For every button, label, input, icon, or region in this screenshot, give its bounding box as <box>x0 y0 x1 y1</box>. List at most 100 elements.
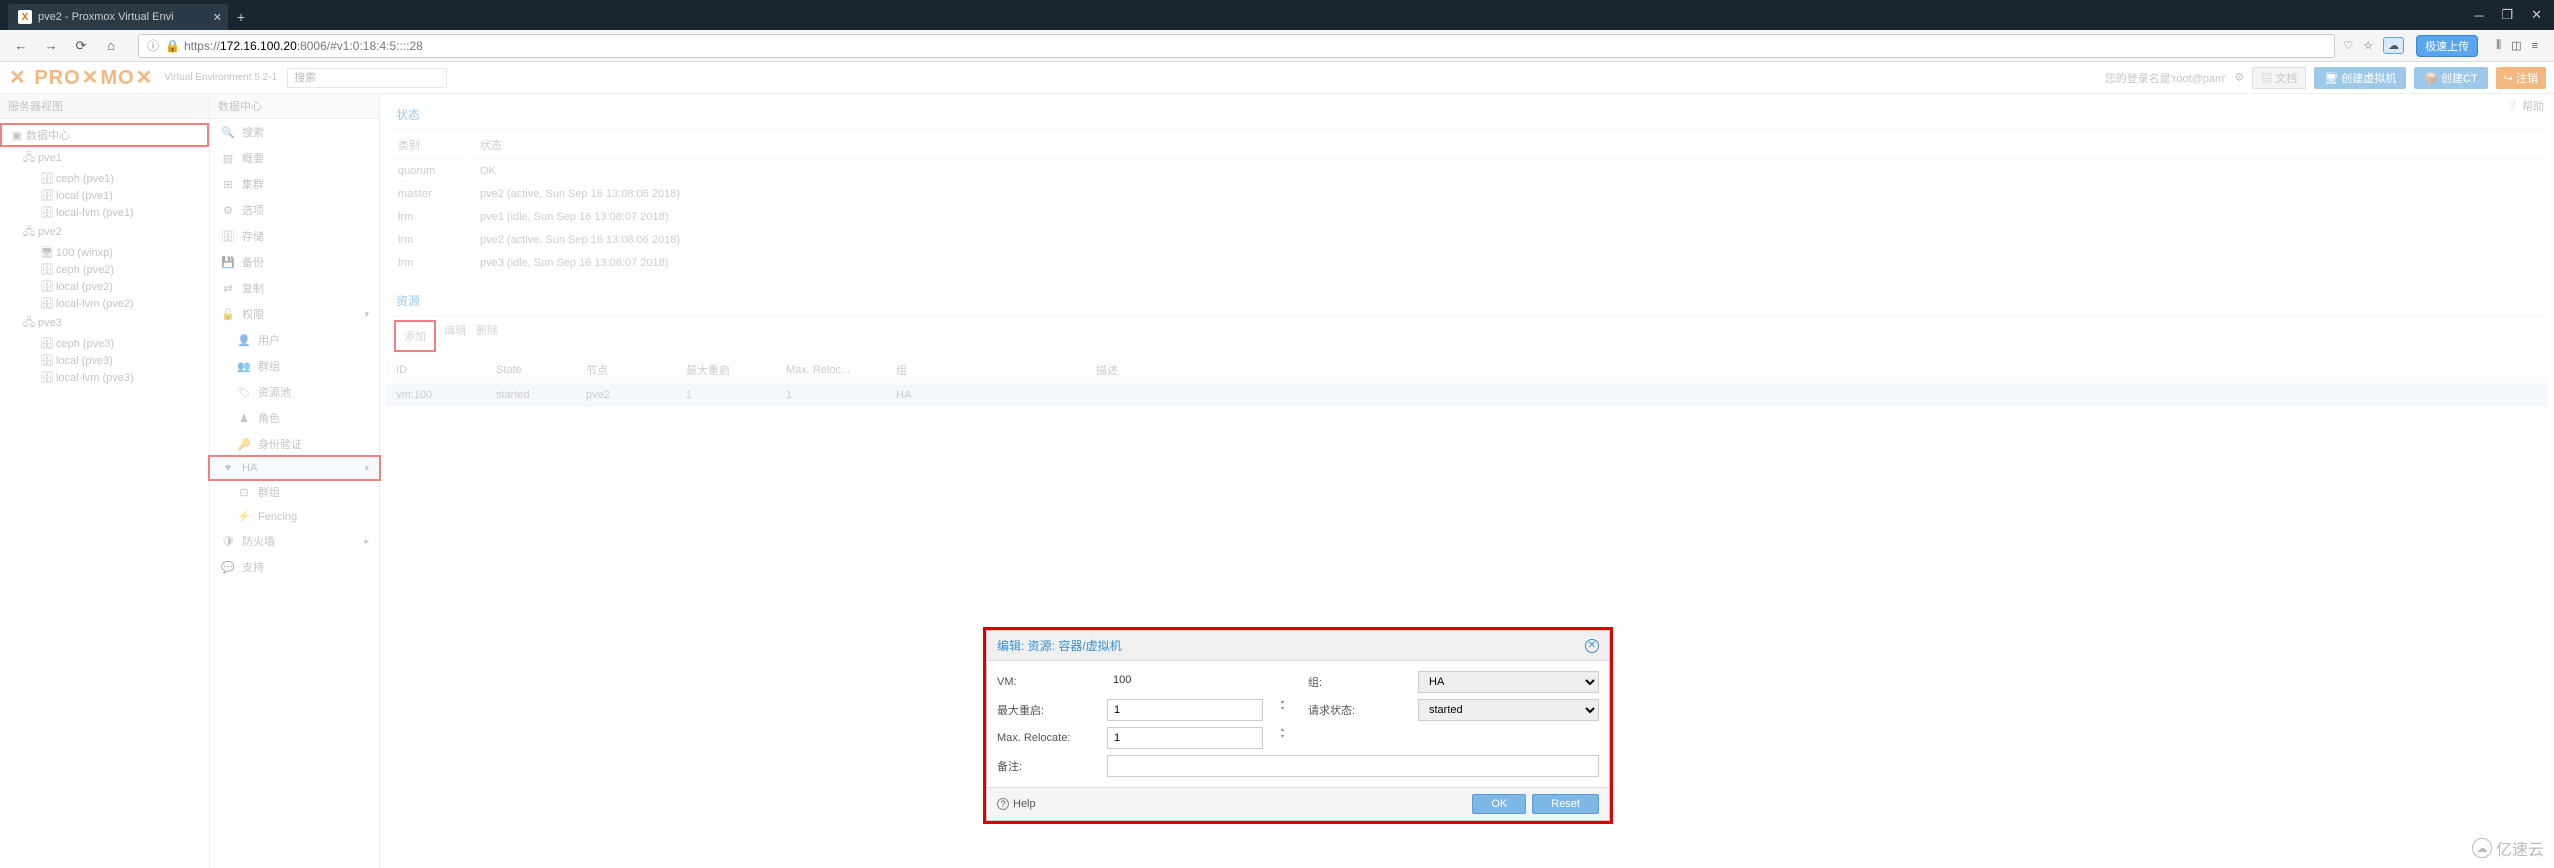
menu-permissions[interactable]: 🔓权限▾ <box>210 301 379 327</box>
object-group-icon: ⊡ <box>236 486 252 499</box>
upload-badge[interactable]: 极速上传 <box>2416 35 2478 57</box>
back-button[interactable]: ← <box>10 35 32 57</box>
edit-button[interactable]: 编辑 <box>444 322 466 350</box>
reqstate-select[interactable]: started <box>1418 699 1599 721</box>
proxmox-logo: ✕ PRO✕MO✕ <box>8 65 154 90</box>
docs-button[interactable]: ▤ 文档 <box>2252 67 2306 89</box>
menu-replication[interactable]: ⇄复制 <box>210 275 379 301</box>
col-status[interactable]: 状态 <box>470 132 2546 159</box>
col-type[interactable]: 类别 <box>388 132 468 159</box>
menu-cluster[interactable]: ⊞集群 <box>210 171 379 197</box>
site-info-icon[interactable]: ⓘ <box>147 37 159 54</box>
menu-firewall[interactable]: 🛡防火墙▸ <box>210 528 379 554</box>
note-input[interactable] <box>1107 755 1599 777</box>
comments-icon: 💬 <box>220 561 236 574</box>
url-bar[interactable]: ⓘ 🔒 https://172.16.100.20:8006/#v1:0:18:… <box>138 34 2335 58</box>
status-row[interactable]: lrmpve3 (idle, Sun Sep 16 13:08:07 2018) <box>388 253 2546 274</box>
status-row[interactable]: quorumOK <box>388 161 2546 182</box>
chevron-right-icon: ▸ <box>364 536 369 547</box>
menu-summary[interactable]: ▤概要 <box>210 145 379 171</box>
tree-storage[interactable]: 🗄local-lvm (pve1) <box>0 204 209 221</box>
add-button[interactable]: 添加 <box>396 322 434 350</box>
reload-button[interactable]: ⟳ <box>70 35 92 57</box>
col-desc[interactable]: 描述 <box>1086 357 2548 384</box>
window-close-icon[interactable]: ✕ <box>2531 7 2542 23</box>
menu-search[interactable]: 🔍搜索 <box>210 119 379 145</box>
sidebar-icon[interactable]: ◫ <box>2511 39 2521 52</box>
gear-icon[interactable]: ⚙ <box>2234 71 2244 84</box>
tree-storage[interactable]: 🗄ceph (pve2) <box>0 261 209 278</box>
global-search-input[interactable] <box>287 68 447 88</box>
window-maximize-icon[interactable]: ❐ <box>2501 7 2513 23</box>
url-path: :8006/#v1:0:18:4:5::::28 <box>297 39 423 53</box>
version-text: Virtual Environment 5.2-1 <box>164 72 277 83</box>
tracking-icon[interactable]: ♡ <box>2343 39 2353 52</box>
status-row[interactable]: lrmpve2 (active, Sun Sep 16 13:08:06 201… <box>388 230 2546 251</box>
create-vm-button[interactable]: 🖥 创建虚拟机 <box>2314 67 2406 89</box>
tree-storage[interactable]: 🗄local-lvm (pve3) <box>0 369 209 386</box>
forward-button[interactable]: → <box>40 35 62 57</box>
help-link[interactable]: ❔ 帮助 <box>2505 98 2544 114</box>
col-maxrestart[interactable]: 最大重启 <box>676 357 776 384</box>
status-row[interactable]: masterpve2 (active, Sun Sep 16 13:08:06 … <box>388 184 2546 205</box>
tree-datacenter[interactable]: ▣数据中心 <box>0 123 209 147</box>
col-group[interactable]: 组 <box>886 357 1086 384</box>
tree-storage[interactable]: 🗄ceph (pve1) <box>0 170 209 187</box>
tree-node-pve2[interactable]: 🖧pve2 <box>0 221 209 244</box>
col-maxreloc[interactable]: Max. Reloc... <box>776 357 886 384</box>
delete-button[interactable]: 删除 <box>476 322 498 350</box>
status-row[interactable]: lrmpve1 (idle, Sun Sep 16 13:08:07 2018) <box>388 207 2546 228</box>
menu-support[interactable]: 💬支持 <box>210 554 379 580</box>
shield-icon: 🛡 <box>220 535 236 548</box>
edit-resource-dialog: 编辑: 资源: 容器/虚拟机 ✕ VM: 100 组: HA 最大重启: <box>983 627 1613 824</box>
home-button[interactable]: ⌂ <box>100 35 122 57</box>
menu-ha[interactable]: ♥HA▾ <box>210 457 379 479</box>
menu-backup[interactable]: 💾备份 <box>210 249 379 275</box>
logout-button[interactable]: ↪ 注销 <box>2496 67 2546 89</box>
tree-storage[interactable]: 🗄local (pve1) <box>0 187 209 204</box>
tree-storage[interactable]: 🗄local (pve2) <box>0 278 209 295</box>
menu-fencing[interactable]: ⚡Fencing <box>210 505 379 528</box>
tree-storage[interactable]: 🗄local (pve3) <box>0 352 209 369</box>
menu-icon[interactable]: ≡ <box>2532 40 2538 52</box>
window-minimize-icon[interactable]: ─ <box>2474 8 2483 23</box>
menu-groups[interactable]: 👥群组 <box>210 353 379 379</box>
resource-table: ID State 节点 最大重启 Max. Reloc... 组 描述 vm:1… <box>386 357 2548 407</box>
ok-button[interactable]: OK <box>1472 794 1526 814</box>
col-state[interactable]: State <box>486 357 576 384</box>
menu-options[interactable]: ⚙选项 <box>210 197 379 223</box>
menu-storage[interactable]: 🗄存储 <box>210 223 379 249</box>
ext-icon[interactable]: ☁ <box>2383 37 2404 54</box>
tree-node-pve1[interactable]: 🖧pve1 <box>0 147 209 170</box>
group-select[interactable]: HA <box>1418 671 1599 693</box>
reset-button[interactable]: Reset <box>1532 794 1599 814</box>
dialog-help-button[interactable]: ?Help <box>997 798 1036 810</box>
menu-roles[interactable]: ♟角色 <box>210 405 379 431</box>
menu-pools[interactable]: 🏷资源池 <box>210 379 379 405</box>
create-ct-button[interactable]: 📦 创建CT <box>2414 67 2487 89</box>
browser-titlebar: X pve2 - Proxmox Virtual Envi ✕ + ─ ❐ ✕ <box>0 0 2554 30</box>
table-row[interactable]: vm:100 started pve2 1 1 HA <box>386 384 2548 407</box>
menu-auth[interactable]: 🔑身份验证 <box>210 431 379 457</box>
menu-users[interactable]: 👤用户 <box>210 327 379 353</box>
dialog-close-icon[interactable]: ✕ <box>1585 639 1599 653</box>
tree-storage[interactable]: 🗄ceph (pve3) <box>0 335 209 352</box>
tree-node-pve3[interactable]: 🖧pve3 <box>0 312 209 335</box>
url-scheme: https:// <box>184 39 220 53</box>
library-icon[interactable]: ⫼ <box>2496 39 2501 52</box>
bookmark-icon[interactable]: ☆ <box>2363 39 2373 52</box>
col-node[interactable]: 节点 <box>576 357 676 384</box>
menu-ha-groups[interactable]: ⊡群组 <box>210 479 379 505</box>
note-label: 备注: <box>997 758 1107 774</box>
tab-close-icon[interactable]: ✕ <box>213 11 222 24</box>
tree-vm[interactable]: 🖥100 (winxp) <box>0 244 209 261</box>
tree-storage[interactable]: 🗄local-lvm (pve2) <box>0 295 209 312</box>
tree-view-selector[interactable]: 服务器视图 <box>0 94 209 119</box>
config-menu-title: 数据中心 <box>210 94 379 119</box>
browser-tab[interactable]: X pve2 - Proxmox Virtual Envi ✕ <box>8 4 228 30</box>
maxreloc-input[interactable] <box>1107 727 1263 749</box>
maxrestart-input[interactable] <box>1107 699 1263 721</box>
col-id[interactable]: ID <box>386 357 486 384</box>
new-tab-button[interactable]: + <box>228 4 254 30</box>
key-icon: 🔑 <box>236 438 252 451</box>
